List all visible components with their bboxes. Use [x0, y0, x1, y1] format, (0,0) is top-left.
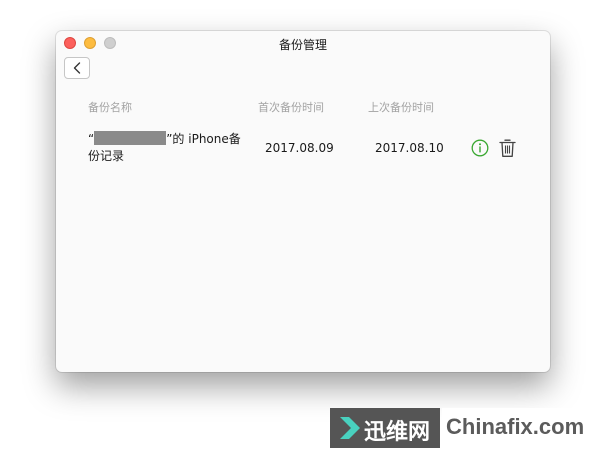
title-bar: 备份管理 [56, 31, 550, 55]
watermark-en-block: Chinafix.com [442, 408, 602, 448]
column-header-first-backup: 首次备份时间 [258, 101, 324, 114]
last-backup-time: 2017.08.10 [375, 141, 444, 155]
arrow-logo-icon [340, 417, 360, 439]
watermark-cn-text: 迅维网 [364, 420, 431, 445]
back-button[interactable] [64, 57, 90, 79]
watermark-en-text: Chinafix.com [446, 414, 585, 439]
table-row: “”的 iPhone备份记录 2017.08.09 2017.08.10 [56, 131, 550, 167]
column-header-name: 备份名称 [88, 101, 132, 114]
backup-manager-window: 备份管理 备份名称 首次备份时间 上次备份时间 “”的 iPhone备份记录 2… [56, 31, 550, 372]
info-icon[interactable] [471, 139, 489, 157]
chevron-left-icon [73, 62, 81, 74]
redacted-device-name [94, 131, 167, 145]
column-header-last-backup: 上次备份时间 [368, 101, 434, 114]
trash-icon[interactable] [499, 138, 516, 158]
window-title: 备份管理 [278, 38, 327, 52]
watermark: 迅维网 Chinafix.com [330, 408, 602, 448]
first-backup-time: 2017.08.09 [265, 141, 334, 155]
backup-name: “”的 iPhone备份记录 [88, 131, 248, 165]
watermark-logo-block: 迅维网 [330, 408, 440, 448]
